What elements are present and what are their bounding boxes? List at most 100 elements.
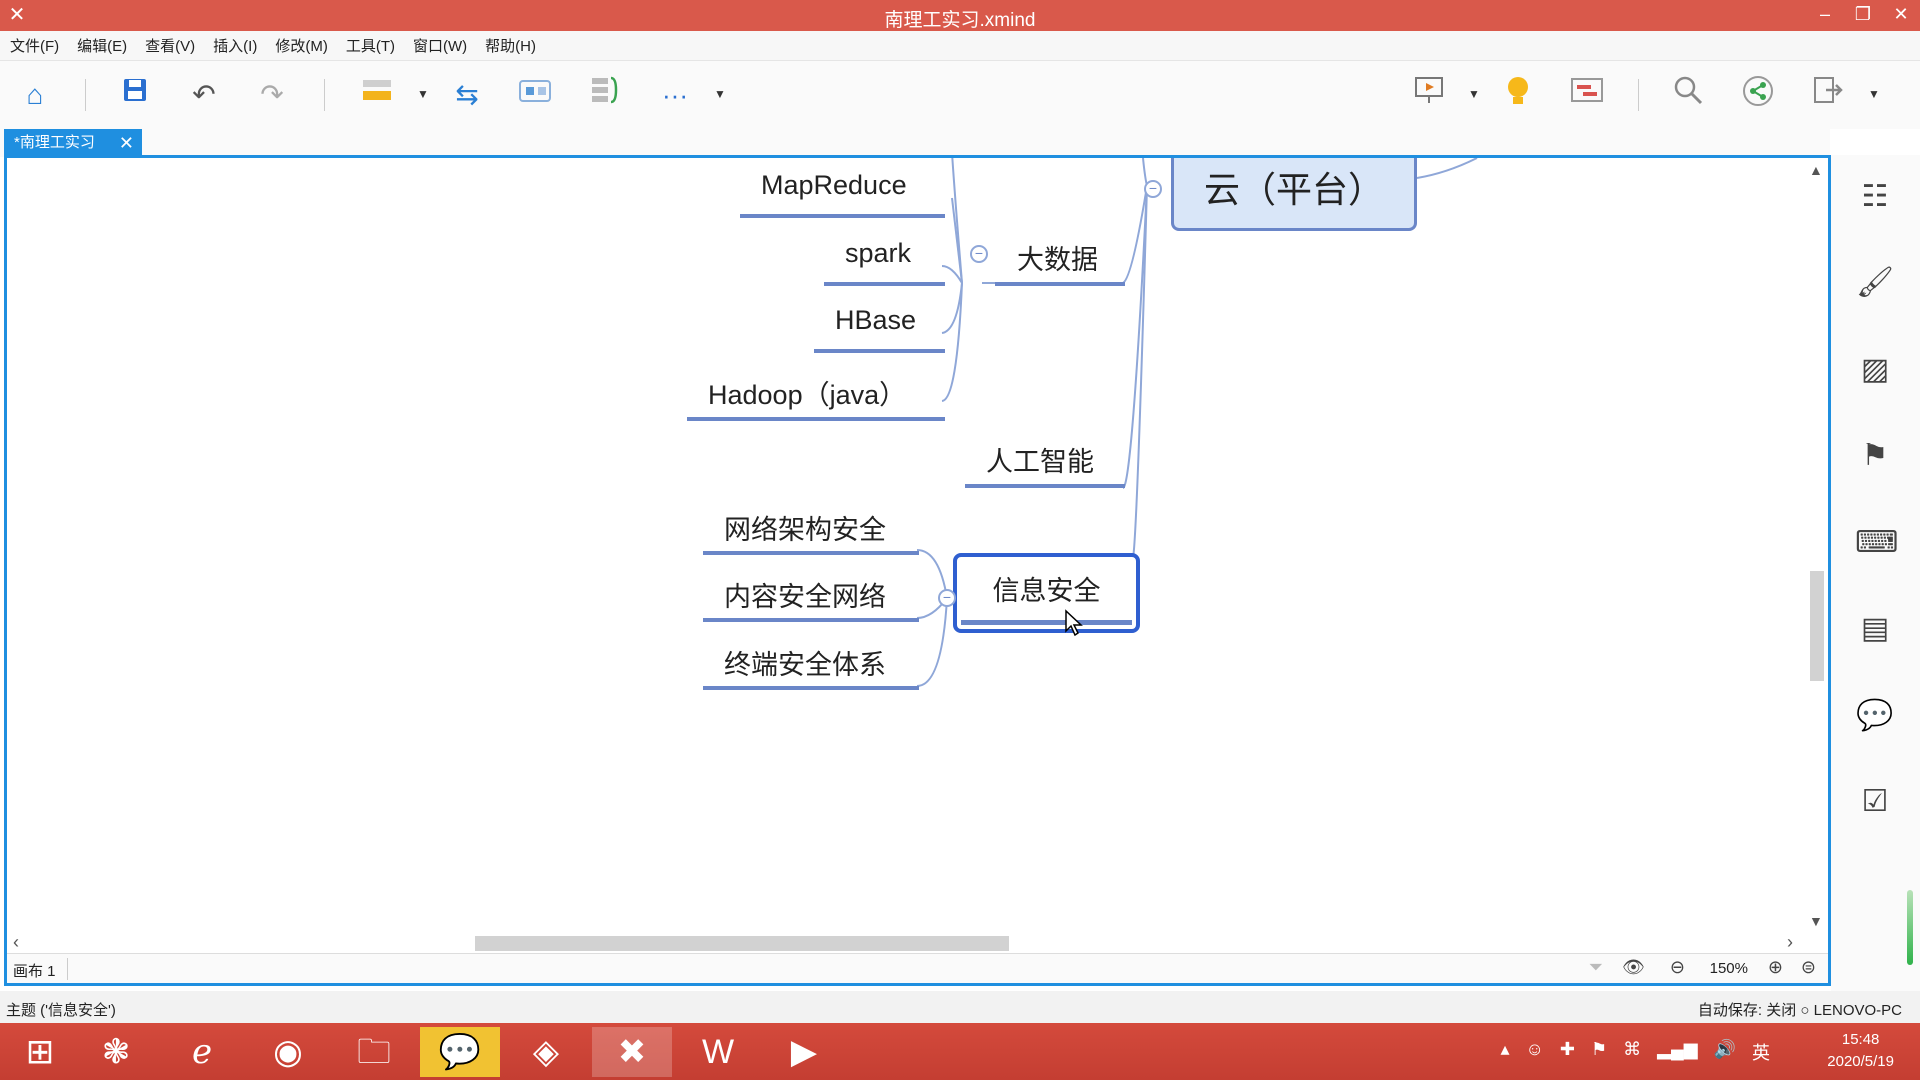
- xmind-taskbar-icon[interactable]: ✖: [592, 1027, 672, 1077]
- topic-bigdata[interactable]: 大数据: [1017, 238, 1098, 277]
- clock-time: 15:48: [1841, 1031, 1880, 1048]
- menu-view[interactable]: 查看(V): [145, 35, 195, 56]
- topic-icon[interactable]: [357, 75, 397, 115]
- presentation-dropdown-icon[interactable]: ▼: [1468, 87, 1480, 101]
- topic-security-label: 信息安全: [992, 576, 1101, 606]
- topic-dropdown-icon[interactable]: ▼: [417, 87, 429, 101]
- menu-edit[interactable]: 编辑(E): [77, 35, 127, 56]
- volume-icon[interactable]: 🔊: [1714, 1039, 1736, 1065]
- chrome-icon[interactable]: ◉: [248, 1027, 328, 1077]
- task-icon[interactable]: ☑: [1855, 782, 1895, 822]
- more-dropdown-icon[interactable]: ▼: [714, 87, 726, 101]
- minimize-button[interactable]: –: [1806, 0, 1844, 31]
- flag-tray-icon[interactable]: ⚑: [1591, 1039, 1607, 1065]
- outline-icon[interactable]: ☷: [1855, 177, 1895, 217]
- scroll-left-icon[interactable]: ‹: [13, 932, 19, 953]
- topic-security-selected[interactable]: 信息安全: [953, 553, 1140, 633]
- boundary-icon[interactable]: [515, 75, 555, 115]
- home-icon[interactable]: ⌂: [15, 75, 55, 115]
- gantt-icon[interactable]: [1567, 75, 1607, 115]
- horizontal-scrollbar[interactable]: ‹ ›: [7, 932, 1812, 953]
- marker-flag-icon[interactable]: ⚑: [1855, 436, 1895, 476]
- sheet-tab[interactable]: 画布 1: [13, 960, 56, 981]
- search-icon[interactable]: [1668, 75, 1708, 115]
- network-icon[interactable]: ▂▄▆: [1657, 1039, 1697, 1065]
- media-player-icon[interactable]: ▶: [764, 1027, 844, 1077]
- mouse-cursor-icon: [1065, 609, 1083, 637]
- zoom-out-icon[interactable]: ⊖: [1670, 957, 1685, 978]
- fit-icon[interactable]: ⊜: [1801, 957, 1816, 978]
- close-window-button[interactable]: ✕: [1882, 0, 1920, 31]
- status-bar: 主题 ('信息安全') 自动保存: 关闭 ○ LENOVO-PC: [0, 991, 1920, 1023]
- format-brush-icon[interactable]: 🖌: [1855, 263, 1895, 303]
- scroll-up-icon[interactable]: ▲: [1809, 162, 1823, 178]
- eye-icon[interactable]: 👁: [1622, 957, 1645, 978]
- topic-hadoop[interactable]: Hadoop（java）: [708, 373, 906, 412]
- start-button-icon[interactable]: ⊞: [0, 1027, 80, 1077]
- topic-content-security[interactable]: 内容安全网络: [724, 575, 886, 614]
- window-title: 南理工实习.xmind: [884, 10, 1036, 31]
- mindmap-canvas[interactable]: 云（平台） − 大数据 − MapReduce spark HBase Hado…: [7, 158, 1812, 933]
- menu-modify[interactable]: 修改(M): [275, 35, 328, 56]
- taskbar: ⊞ ❃ ℯ ◉ 🗀 💬 ◈ ✖ W ▶ ▴ ☺ ✚ ⚑ ⌘ ▂▄▆ 🔊 英 15…: [0, 1023, 1920, 1080]
- idea-icon[interactable]: [1498, 75, 1538, 115]
- zoom-level: 150%: [1709, 960, 1748, 977]
- ime-tray-icon[interactable]: ⌘: [1623, 1039, 1641, 1065]
- topic-hbase[interactable]: HBase: [835, 305, 916, 336]
- topic-network-security[interactable]: 网络架构安全: [724, 508, 886, 547]
- wechat-icon[interactable]: 💬: [420, 1027, 500, 1077]
- connector-lines: [916, 158, 1478, 687]
- save-icon[interactable]: [115, 75, 155, 115]
- qq-icon[interactable]: ☺: [1526, 1039, 1544, 1065]
- collapse-bigdata-icon[interactable]: −: [970, 245, 988, 263]
- word-icon[interactable]: W: [678, 1027, 758, 1077]
- summary-icon[interactable]: [584, 75, 624, 115]
- menu-tools[interactable]: 工具(T): [346, 35, 395, 56]
- file-explorer-icon[interactable]: 🗀: [334, 1027, 414, 1077]
- horizontal-scroll-thumb[interactable]: [475, 936, 1009, 951]
- export-icon[interactable]: [1808, 75, 1848, 115]
- tray-expand-icon[interactable]: ▴: [1500, 1039, 1509, 1065]
- collapse-root-icon[interactable]: −: [1144, 180, 1162, 198]
- topic-mapreduce[interactable]: MapReduce: [761, 170, 907, 201]
- right-sidebar: ☷ 🖌 ▨ ⚑ ⌨ ▤ 💬 ☑: [1831, 155, 1920, 1001]
- topic-spark[interactable]: spark: [845, 238, 911, 269]
- close-tab-icon[interactable]: ✕: [119, 129, 134, 157]
- security-tray-icon[interactable]: ✚: [1560, 1039, 1575, 1065]
- menu-insert[interactable]: 插入(I): [213, 35, 257, 56]
- vertical-scroll-thumb[interactable]: [1810, 571, 1824, 681]
- scroll-down-icon[interactable]: ▼: [1809, 913, 1823, 929]
- restore-button[interactable]: ❐: [1844, 0, 1882, 31]
- topic-ai[interactable]: 人工智能: [986, 440, 1094, 479]
- menu-help[interactable]: 帮助(H): [485, 35, 536, 56]
- more-icon[interactable]: ···: [655, 75, 695, 115]
- filter-icon[interactable]: ⏷: [1589, 957, 1603, 978]
- tab-document[interactable]: *南理工实习 ✕: [4, 129, 142, 157]
- export-dropdown-icon[interactable]: ▼: [1868, 87, 1880, 101]
- undo-icon[interactable]: ↶: [184, 75, 224, 115]
- redo-icon[interactable]: ↷: [252, 75, 292, 115]
- relationship-icon[interactable]: ⇆: [447, 75, 487, 115]
- toolbar: ⌂ ↶ ↷ ▼ ⇆ ··· ▼ ▼ ▼: [0, 61, 1920, 129]
- collapse-security-icon[interactable]: −: [938, 589, 956, 607]
- app-shortcut-icon[interactable]: ❃: [76, 1027, 156, 1077]
- input-language[interactable]: 英: [1752, 1039, 1770, 1065]
- root-topic[interactable]: 云（平台）: [1171, 158, 1417, 231]
- title-bar: ✕ 南理工实习.xmind – ❐ ✕: [0, 0, 1920, 31]
- clock[interactable]: 15:48 2020/5/19: [1827, 1029, 1894, 1073]
- image-icon[interactable]: ▨: [1855, 350, 1895, 390]
- vertical-scrollbar[interactable]: ▲ ▼: [1806, 158, 1828, 933]
- ie-browser-icon[interactable]: ℯ: [162, 1027, 242, 1077]
- menu-file[interactable]: 文件(F): [10, 35, 59, 56]
- font-icon[interactable]: ⌨: [1855, 523, 1898, 563]
- zoom-in-icon[interactable]: ⊕: [1768, 957, 1783, 978]
- scroll-right-icon[interactable]: ›: [1787, 932, 1793, 953]
- topic-terminal-security[interactable]: 终端安全体系: [724, 643, 886, 682]
- notes-icon[interactable]: ▤: [1855, 609, 1895, 649]
- menu-bar: 文件(F) 编辑(E) 查看(V) 插入(I) 修改(M) 工具(T) 窗口(W…: [0, 31, 1920, 61]
- comment-icon[interactable]: 💬: [1855, 696, 1895, 736]
- share-icon[interactable]: [1738, 75, 1778, 115]
- presentation-icon[interactable]: [1409, 75, 1449, 115]
- menu-window[interactable]: 窗口(W): [413, 35, 467, 56]
- app-shortcut-icon-2[interactable]: ◈: [506, 1027, 586, 1077]
